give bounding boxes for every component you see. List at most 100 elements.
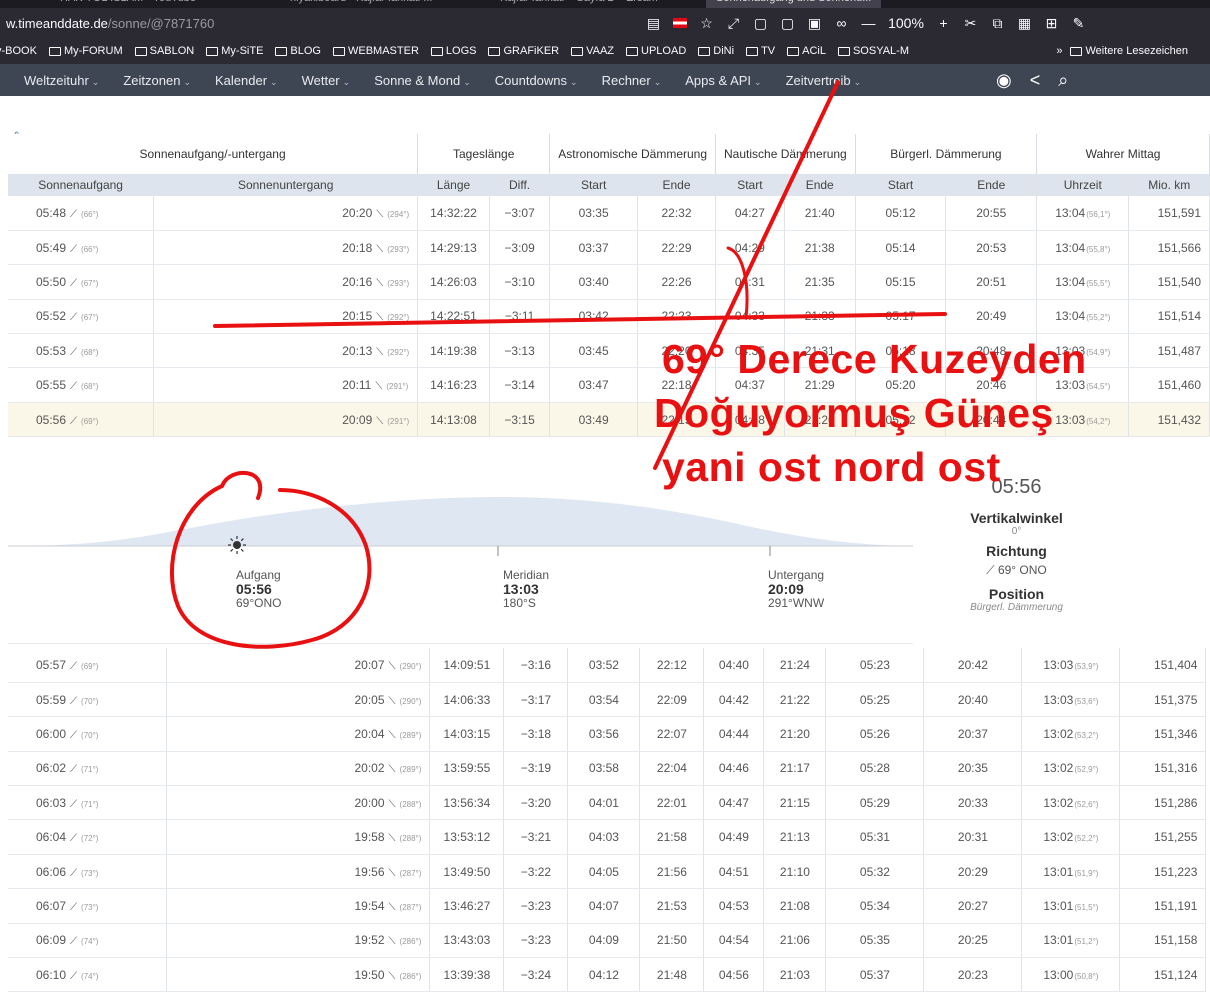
column-header[interactable]: Sonnenuntergang <box>153 174 419 196</box>
bookmark-folder[interactable]: ACiL <box>787 45 826 57</box>
time-value: 06:03 <box>36 795 67 810</box>
nav-wetter[interactable]: Wetter ⌄ <box>302 73 351 88</box>
column-header[interactable]: Länge <box>417 174 490 196</box>
table-row[interactable]: 06:00 ⟋ (70°) 20:04 ⟍ (289°) 14:03:15 −3:18 03:5… <box>8 716 1207 752</box>
folder-icon[interactable]: ▢ <box>747 15 774 32</box>
column-header[interactable]: Diff. <box>489 174 551 196</box>
table-row[interactable]: 06:06 ⟋ (73°) 19:56 ⟍ (287°) 13:49:50 −3:22 04:0… <box>8 854 1207 890</box>
bookmark-folder[interactable]: GRAFiKER <box>488 45 559 57</box>
bookmarks-overflow-button[interactable]: » <box>1056 45 1062 57</box>
nav-zeitvertreib[interactable]: Zeitvertreib ⌄ <box>786 73 862 88</box>
bookmark-folder[interactable]: SABLON <box>134 45 194 57</box>
column-header[interactable]: Uhrzeit <box>1036 174 1130 196</box>
bookmark-folder[interactable]: UPLOAD <box>626 45 686 57</box>
window-icon[interactable]: ▣ <box>801 15 828 32</box>
copy-icon[interactable]: ⧉ <box>984 15 1011 32</box>
account-icon[interactable]: ◉ <box>996 70 1012 91</box>
table-row[interactable]: 06:02 ⟋ (71°) 20:02 ⟍ (289°) 13:59:55 −3:19 03:5… <box>8 751 1207 787</box>
paste-icon[interactable]: ▦ <box>1011 15 1038 32</box>
reader-view-icon[interactable]: ▤ <box>640 15 667 32</box>
column-header[interactable]: Ende <box>945 174 1038 196</box>
folder-icon[interactable]: ▢ <box>774 15 801 32</box>
nav-countdowns[interactable]: Countdowns ⌄ <box>495 73 578 88</box>
civil-start-cell: 05:32 <box>825 854 925 890</box>
cut-icon[interactable]: ✂ <box>957 15 984 32</box>
day-length-cell: 14:26:03 <box>417 264 490 300</box>
table-row[interactable]: 06:04 ⟋ (72°) 19:58 ⟍ (288°) 13:53:12 −3:21 04:0… <box>8 819 1207 855</box>
bookmark-folder[interactable]: VAAZ <box>571 45 614 57</box>
sunrise-cell: 05:50 ⟋ (67°) <box>8 264 155 300</box>
zoom-in-icon[interactable]: + <box>930 15 957 31</box>
table-row[interactable]: 05:50 ⟋ (67°) 20:16 ⟍ (293°) 14:26:03 −3:10 03:4… <box>8 264 1210 300</box>
other-bookmarks-folder[interactable]: Weitere Lesezeichen <box>1070 45 1188 57</box>
nav-rechner[interactable]: Rechner ⌄ <box>602 73 662 88</box>
solar-noon-cell: 13:03(53,6°) <box>1021 682 1121 718</box>
share-icon[interactable]: < <box>1030 70 1041 91</box>
civil-end-cell: 20:25 <box>923 923 1023 959</box>
url-field[interactable]: w.timeanddate.de/sonne/@7871760 <box>0 16 214 31</box>
bookmark-star-icon[interactable]: ☆ <box>693 15 720 32</box>
bookmark-folder[interactable]: SOSYAL-M <box>837 45 909 57</box>
table-row[interactable]: 05:56 ⟋ (69°) 20:09 ⟍ (291°) 14:13:08 −3:15 03:4… <box>8 402 1210 438</box>
table-row[interactable]: 05:57 ⟋ (69°) 20:07 ⟍ (290°) 14:09:51 −3:16 03:5… <box>8 648 1207 683</box>
browser-tab[interactable]: HAK YOL ISLAM - YouTube <box>60 0 196 8</box>
astro-start-cell: 04:05 <box>567 854 641 890</box>
direction-arrow-icon: ⟋ <box>70 415 78 427</box>
time-value: 20:11 <box>342 378 372 393</box>
azimuth-value: (294°) <box>387 209 410 219</box>
extension-icon[interactable]: ⊞ <box>1038 15 1065 32</box>
bookmark-folder[interactable]: TV <box>746 45 775 57</box>
column-header[interactable]: Start <box>855 174 947 196</box>
table-row[interactable]: 05:53 ⟋ (68°) 20:13 ⟍ (292°) 14:19:38 −3:13 03:4… <box>8 333 1210 369</box>
nav-weltzeituhr[interactable]: Weltzeituhr ⌄ <box>24 73 99 88</box>
search-icon[interactable]: ⌕ <box>1058 70 1068 91</box>
column-header[interactable]: Ende <box>784 174 856 196</box>
time-value: 05:49 <box>36 240 67 255</box>
chevron-down-icon: ⌄ <box>463 76 471 87</box>
expand-icon[interactable]: ⤢ <box>720 15 747 32</box>
zoom-out-icon[interactable]: — <box>855 15 882 31</box>
bookmark-folder[interactable]: WEBMASTER <box>333 45 419 57</box>
column-header[interactable]: Ende <box>637 174 717 196</box>
table-row[interactable]: 06:09 ⟋ (74°) 19:52 ⟍ (286°) 13:43:03 −3:23 04:0… <box>8 923 1207 959</box>
browser-tab-active[interactable]: Sonnenaufgang und Sonnenu... <box>706 0 882 8</box>
column-header[interactable]: Start <box>715 174 785 196</box>
chevron-down-icon: ⌄ <box>653 76 662 87</box>
table-row[interactable]: 05:48 ⟋ (66°) 20:20 ⟍ (294°) 14:32:22 −3:07 03:3… <box>8 196 1210 231</box>
astro-end-cell: 22:20 <box>637 333 717 369</box>
bookmark-folder[interactable]: LOGS <box>430 45 476 57</box>
table-row[interactable]: 05:59 ⟋ (70°) 20:05 ⟍ (290°) 14:06:33 −3:17 03:5… <box>8 682 1207 718</box>
language-flag-icon[interactable] <box>673 18 687 28</box>
nav-zeitzonen[interactable]: Zeitzonen ⌄ <box>123 73 191 88</box>
bookmark-folder[interactable]: My-FORUM <box>48 45 123 57</box>
bookmark-folder[interactable]: BLOG <box>275 45 321 57</box>
nav-kalender[interactable]: Kalender ⌄ <box>215 73 278 88</box>
table-row[interactable]: 05:49 ⟋ (66°) 20:18 ⟍ (293°) 14:29:13 −3:09 03:3… <box>8 230 1210 266</box>
time-value: 05:48 <box>36 205 67 220</box>
zoom-level[interactable]: 100% <box>882 15 930 31</box>
tools-icon[interactable]: ✎ <box>1065 15 1092 32</box>
table-row[interactable]: 06:10 ⟋ (74°) 19:50 ⟍ (286°) 13:39:38 −3:24 04:1… <box>8 957 1207 992</box>
browser-tab[interactable]: hiyakiboard - Kajfar fankati ... <box>290 0 432 8</box>
nautical-end-cell: 21:13 <box>763 819 827 855</box>
nav-apps-api[interactable]: Apps & API ⌄ <box>685 73 761 88</box>
table-row[interactable]: 06:03 ⟋ (71°) 20:00 ⟍ (288°) 13:56:34 −3:20 04:0… <box>8 785 1207 821</box>
sunset-cell: 20:13 ⟍ (292°) <box>153 333 419 369</box>
column-header[interactable]: Sonnenaufgang <box>8 174 155 196</box>
direction-arrow-icon: ⟍ <box>375 381 383 393</box>
column-header[interactable]: Start <box>549 174 639 196</box>
table-row[interactable]: 05:55 ⟋ (68°) 20:11 ⟍ (291°) 14:16:23 −3:14 03:4… <box>8 367 1210 403</box>
table-row[interactable]: 05:52 ⟋ (67°) 20:15 ⟍ (292°) 14:22:51 −3:11 03:4… <box>8 299 1210 335</box>
time-value: 06:07 <box>36 898 67 913</box>
nav-sonne-mond[interactable]: Sonne & Mond ⌄ <box>374 73 471 88</box>
column-header[interactable]: Mio. km <box>1128 174 1210 196</box>
bookmark-item[interactable]: y-BOOK <box>0 45 37 57</box>
browser-tab[interactable]: Kajfar fankati – Sayfa 2 – Ersam <box>500 0 658 8</box>
civil-start-cell: 05:17 <box>855 299 947 335</box>
infinity-icon[interactable]: ∞ <box>828 15 855 31</box>
astro-end-cell: 22:04 <box>639 751 705 787</box>
table-row[interactable]: 06:07 ⟋ (73°) 19:54 ⟍ (287°) 13:46:27 −3:23 04:0… <box>8 888 1207 924</box>
distance-cell: 151,404 <box>1119 648 1207 683</box>
bookmark-folder[interactable]: My-SiTE <box>206 45 263 57</box>
bookmark-folder[interactable]: DiNi <box>698 45 734 57</box>
